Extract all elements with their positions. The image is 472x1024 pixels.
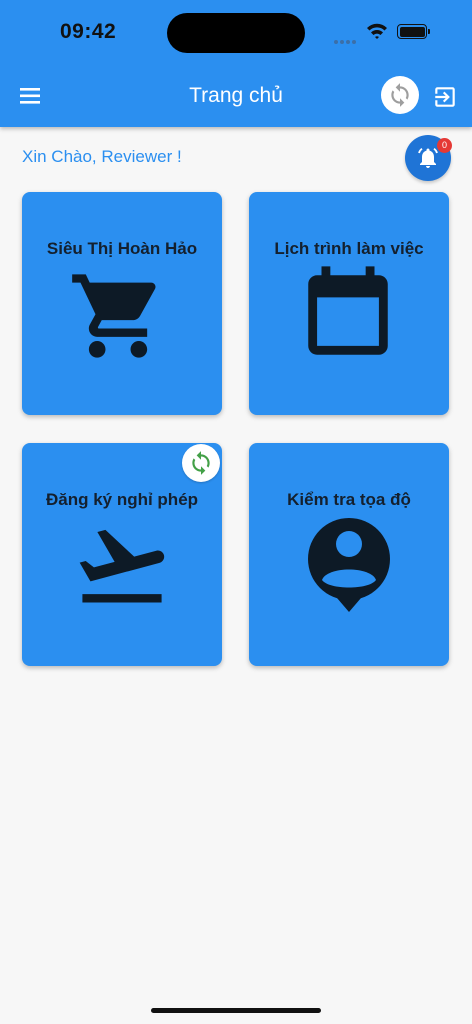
bell-icon: [418, 147, 438, 168]
leave-sync-button[interactable]: [182, 444, 220, 482]
tile-check-location[interactable]: Kiểm tra tọa độ: [249, 443, 449, 666]
home-indicator[interactable]: [151, 1008, 321, 1013]
person-pin-icon: [308, 518, 390, 612]
tile-work-schedule[interactable]: Lịch trình làm việc: [249, 192, 449, 415]
status-time: 09:42: [60, 20, 117, 43]
tile-supermarket[interactable]: Siêu Thị Hoàn Hảo: [22, 192, 222, 415]
sync-button[interactable]: [381, 76, 419, 114]
battery-icon: [397, 24, 427, 39]
greeting-text: Xin Chào, Reviewer !: [22, 147, 182, 166]
flight-takeoff-icon: [79, 529, 165, 603]
tile-label: Siêu Thị Hoàn Hảo: [46, 239, 198, 258]
tile-label: Lịch trình làm việc: [274, 239, 424, 258]
wifi-icon: [367, 23, 387, 39]
tile-label: Đăng ký nghỉ phép: [45, 490, 199, 509]
notification-badge: 0: [437, 138, 452, 153]
dynamic-island: [167, 13, 305, 53]
calendar-icon: [308, 266, 388, 355]
logout-icon[interactable]: [432, 84, 458, 110]
sync-icon: [391, 83, 409, 107]
cart-icon: [72, 274, 156, 358]
sync-icon: [192, 451, 210, 475]
app-bar: 09:42 Trang chủ: [0, 0, 472, 127]
tile-label: Kiểm tra tọa độ: [287, 490, 411, 509]
signal-icon: [334, 31, 358, 49]
